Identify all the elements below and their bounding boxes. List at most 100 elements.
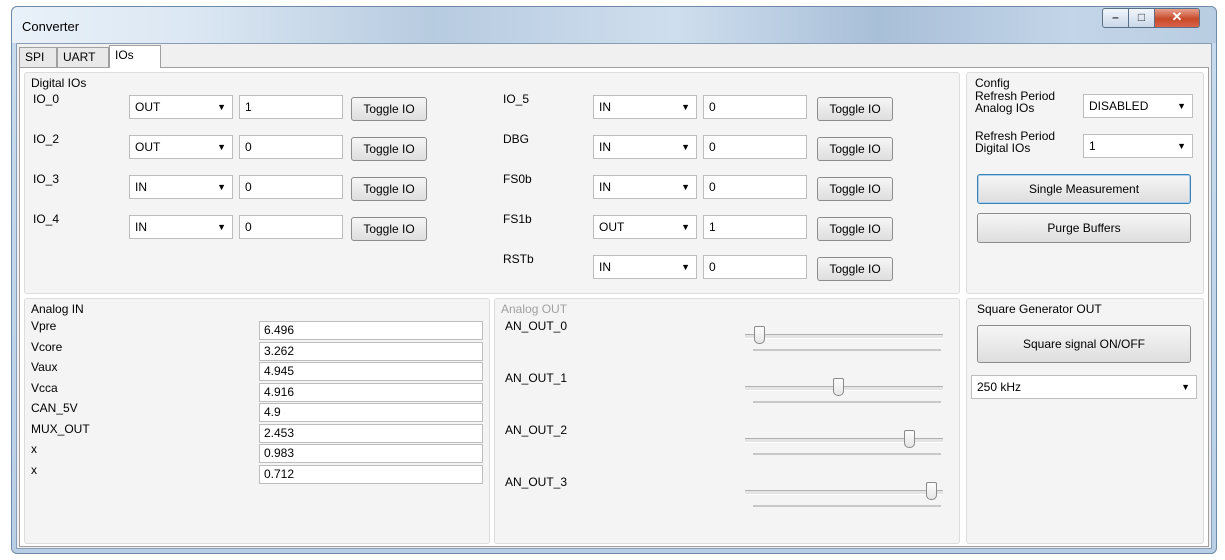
- slider-tick-bar: [753, 401, 941, 403]
- chevron-down-icon: ▼: [681, 102, 690, 112]
- analog-in-value: 3.262: [259, 341, 483, 361]
- tab-ios[interactable]: IOs: [109, 45, 161, 68]
- io-direction-select-io_3[interactable]: IN ▼: [129, 175, 233, 199]
- io-value-field-io_4[interactable]: 0: [239, 215, 343, 239]
- io-direction-value: IN: [599, 180, 611, 194]
- io-label-fs1b: FS1b: [503, 212, 532, 226]
- toggle-io-button-rstb[interactable]: Toggle IO: [817, 257, 893, 281]
- slider-thumb-an-out-3[interactable]: [926, 482, 937, 500]
- io-direction-select-rstb[interactable]: IN ▼: [593, 255, 697, 279]
- toggle-io-button-io_4[interactable]: Toggle IO: [351, 217, 427, 241]
- analog-in-label: MUX_OUT: [31, 421, 90, 436]
- refresh-analog-value: DISABLED: [1089, 99, 1149, 113]
- purge-buffers-button[interactable]: Purge Buffers: [977, 213, 1191, 243]
- io-direction-select-dbg[interactable]: IN ▼: [593, 135, 697, 159]
- tab-uart[interactable]: UART: [57, 47, 109, 67]
- io-direction-select-io_2[interactable]: OUT ▼: [129, 135, 233, 159]
- analog-out-title: Analog OUT: [501, 302, 568, 316]
- io-direction-select-fs1b[interactable]: OUT ▼: [593, 215, 697, 239]
- io-value-field-io_5[interactable]: 0: [703, 95, 807, 119]
- io-direction-value: IN: [599, 260, 611, 274]
- analog-in-label: Vpre: [31, 319, 57, 333]
- io-label-rstb: RSTb: [503, 252, 534, 266]
- square-frequency-value: 250 kHz: [977, 380, 1022, 394]
- square-generator-title: Square Generator OUT: [977, 302, 1102, 316]
- square-signal-toggle-button[interactable]: Square signal ON/OFF: [977, 325, 1191, 363]
- analog-out-label: AN_OUT_1: [505, 371, 568, 385]
- title-bar[interactable]: Converter – □ ✕: [12, 7, 1216, 43]
- slider-thumb-an-out-0[interactable]: [754, 326, 765, 344]
- slider-tick-bar: [753, 453, 941, 455]
- maximize-button[interactable]: □: [1128, 8, 1155, 28]
- square-frequency-select[interactable]: 250 kHz ▼: [971, 375, 1197, 399]
- toggle-io-button-fs0b[interactable]: Toggle IO: [817, 177, 893, 201]
- toggle-io-button-fs1b[interactable]: Toggle IO: [817, 217, 893, 241]
- maximize-icon: □: [1137, 10, 1146, 24]
- io-direction-select-io_4[interactable]: IN ▼: [129, 215, 233, 239]
- analog-in-value: 4.916: [259, 382, 483, 402]
- toggle-io-button-io_2[interactable]: Toggle IO: [351, 137, 427, 161]
- close-icon: ✕: [1171, 9, 1183, 24]
- chevron-down-icon: ▼: [217, 142, 226, 152]
- io-value-field-io_0[interactable]: 1: [239, 95, 343, 119]
- slider-track: [745, 334, 943, 339]
- io-value-field-rstb[interactable]: 0: [703, 255, 807, 279]
- slider-tick-bar: [753, 505, 941, 507]
- slider-track: [745, 490, 943, 495]
- digital-ios-title: Digital IOs: [31, 76, 87, 90]
- config-title: Config: [975, 76, 1010, 90]
- io-label-io_3: IO_3: [33, 172, 60, 186]
- io-direction-select-fs0b[interactable]: IN ▼: [593, 175, 697, 199]
- toggle-io-button-io_0[interactable]: Toggle IO: [351, 97, 427, 121]
- analog-in-value: 4.9: [259, 403, 483, 422]
- toggle-io-button-io_5[interactable]: Toggle IO: [817, 97, 893, 121]
- analog-in-title: Analog IN: [31, 302, 84, 316]
- io-value-field-io_2[interactable]: 0: [239, 135, 343, 159]
- io-value-field-fs1b[interactable]: 1: [703, 215, 807, 239]
- analog-in-label: x: [31, 462, 37, 477]
- chevron-down-icon: ▼: [217, 182, 226, 192]
- toggle-io-button-dbg[interactable]: Toggle IO: [817, 137, 893, 161]
- analog-in-value: 0.983: [259, 444, 483, 463]
- io-direction-value: OUT: [135, 100, 161, 114]
- tab-spi[interactable]: SPI: [19, 47, 57, 67]
- slider-thumb-an-out-2[interactable]: [904, 430, 915, 448]
- minimize-button[interactable]: –: [1102, 8, 1129, 28]
- app-window: Converter – □ ✕ SPI UART IOs Digital IOs…: [11, 6, 1217, 554]
- refresh-analog-label: Refresh Period Analog IOs: [975, 89, 1056, 115]
- analog-in-value: 0.712: [259, 464, 483, 484]
- io-direction-select-io_0[interactable]: OUT ▼: [129, 95, 233, 119]
- analog-out-label: AN_OUT_0: [505, 319, 568, 333]
- io-value-field-dbg[interactable]: 0: [703, 135, 807, 159]
- chevron-down-icon: ▼: [1177, 141, 1186, 151]
- io-value-field-fs0b[interactable]: 0: [703, 175, 807, 199]
- analog-in-label: CAN_5V: [31, 401, 78, 415]
- single-measurement-button[interactable]: Single Measurement: [977, 174, 1191, 204]
- slider-thumb-an-out-1[interactable]: [833, 378, 844, 396]
- io-direction-value: IN: [599, 140, 611, 154]
- analog-in-value: 4.945: [259, 362, 483, 381]
- analog-in-label: x: [31, 442, 37, 456]
- close-button[interactable]: ✕: [1154, 8, 1200, 28]
- io-direction-value: OUT: [135, 140, 161, 154]
- refresh-digital-select[interactable]: 1 ▼: [1083, 134, 1193, 158]
- chevron-down-icon: ▼: [681, 182, 690, 192]
- chevron-down-icon: ▼: [217, 102, 226, 112]
- io-direction-value: IN: [135, 180, 147, 194]
- io-direction-value: OUT: [599, 220, 625, 234]
- client-area: SPI UART IOs Digital IOs IO_0 OUT ▼ 1 Toggle…: [16, 43, 1212, 549]
- toggle-io-button-io_3[interactable]: Toggle IO: [351, 177, 427, 201]
- chevron-down-icon: ▼: [681, 262, 690, 272]
- io-value-field-io_3[interactable]: 0: [239, 175, 343, 199]
- analog-out-group: Analog OUT AN_OUT_0 AN_OUT_1 AN_OUT_2 AN_OU…: [494, 298, 960, 544]
- analog-in-label: Vaux: [31, 360, 58, 374]
- refresh-analog-select[interactable]: DISABLED ▼: [1083, 94, 1193, 118]
- chevron-down-icon: ▼: [1181, 382, 1190, 392]
- io-direction-select-io_5[interactable]: IN ▼: [593, 95, 697, 119]
- analog-in-value: 6.496: [259, 321, 483, 340]
- config-group: Config Refresh Period Analog IOs DISABLE…: [966, 72, 1204, 294]
- analog-in-label: Vcore: [31, 339, 63, 354]
- io-label-dbg: DBG: [503, 132, 530, 146]
- analog-out-label: AN_OUT_3: [505, 475, 568, 489]
- tab-page-ios: Digital IOs IO_0 OUT ▼ 1 Toggle IO IO_2 OUT ▼ 0 T…: [19, 67, 1209, 547]
